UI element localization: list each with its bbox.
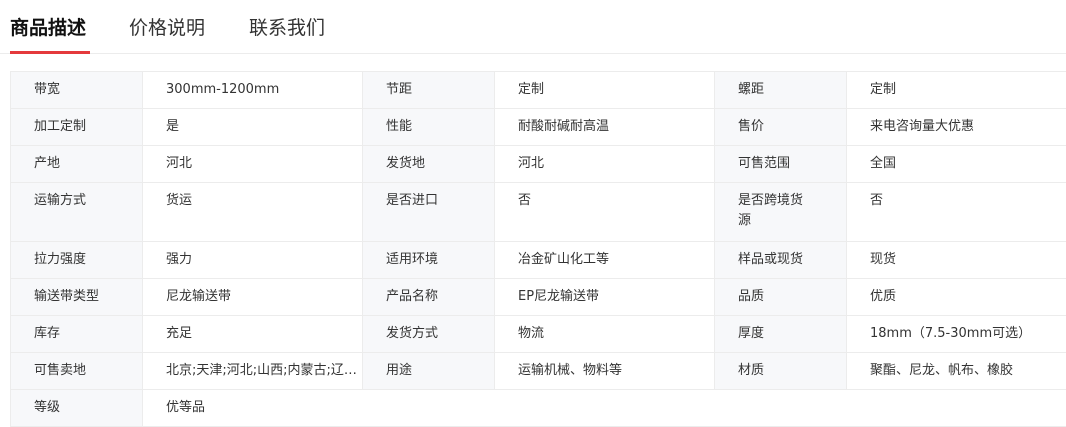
attr-value: 物流 bbox=[495, 316, 715, 353]
attr-key: 是否进口 bbox=[363, 183, 495, 242]
attr-value: 否 bbox=[495, 183, 715, 242]
attr-value: 来电咨询量大优惠 bbox=[847, 109, 1066, 146]
attr-key: 性能 bbox=[363, 109, 495, 146]
attr-key: 发货地 bbox=[363, 146, 495, 183]
attr-key: 可售范围 bbox=[715, 146, 847, 183]
table-row: 库存 充足 发货方式 物流 厚度 18mm（7.5-30mm可选） bbox=[11, 316, 1066, 353]
table-row: 拉力强度 强力 适用环境 冶金矿山化工等 样品或现货 现货 bbox=[11, 242, 1066, 279]
attr-value: 运输机械、物料等 bbox=[495, 353, 715, 390]
attr-value: EP尼龙输送带 bbox=[495, 279, 715, 316]
attr-value: 18mm（7.5-30mm可选） bbox=[847, 316, 1066, 353]
attr-key: 是否跨境货源 bbox=[715, 183, 847, 242]
product-attributes-table: 带宽 300mm-1200mm 节距 定制 螺距 定制 加工定制 是 性能 耐酸… bbox=[10, 71, 1066, 427]
attr-key: 螺距 bbox=[715, 72, 847, 109]
attr-value: 定制 bbox=[847, 72, 1066, 109]
attr-value: 定制 bbox=[495, 72, 715, 109]
attr-key: 样品或现货 bbox=[715, 242, 847, 279]
table-row: 可售卖地 北京;天津;河北;山西;内蒙古;辽宁;吉林;黑龙江;上海;江苏;浙江;… bbox=[11, 353, 1066, 390]
attr-value: 否 bbox=[847, 183, 1066, 242]
attr-value: 尼龙输送带 bbox=[143, 279, 363, 316]
attr-key: 发货方式 bbox=[363, 316, 495, 353]
attr-key: 品质 bbox=[715, 279, 847, 316]
attr-key: 运输方式 bbox=[11, 183, 143, 242]
table-row: 带宽 300mm-1200mm 节距 定制 螺距 定制 bbox=[11, 72, 1066, 109]
attr-value: 优质 bbox=[847, 279, 1066, 316]
table-row: 加工定制 是 性能 耐酸耐碱耐高温 售价 来电咨询量大优惠 bbox=[11, 109, 1066, 146]
attr-value: 冶金矿山化工等 bbox=[495, 242, 715, 279]
attr-key: 可售卖地 bbox=[11, 353, 143, 390]
attr-key: 加工定制 bbox=[11, 109, 143, 146]
attr-key: 拉力强度 bbox=[11, 242, 143, 279]
attr-value: 货运 bbox=[143, 183, 363, 242]
attr-value: 现货 bbox=[847, 242, 1066, 279]
table-row: 产地 河北 发货地 河北 可售范围 全国 bbox=[11, 146, 1066, 183]
attr-key: 厚度 bbox=[715, 316, 847, 353]
attr-key: 输送带类型 bbox=[11, 279, 143, 316]
attr-value: 河北 bbox=[143, 146, 363, 183]
attr-key: 用途 bbox=[363, 353, 495, 390]
attr-value: 北京;天津;河北;山西;内蒙古;辽宁;吉林;黑龙江;上海;江苏;浙江;安徽;福建… bbox=[143, 353, 363, 390]
table-row: 输送带类型 尼龙输送带 产品名称 EP尼龙输送带 品质 优质 bbox=[11, 279, 1066, 316]
attr-key: 带宽 bbox=[11, 72, 143, 109]
attr-key: 产品名称 bbox=[363, 279, 495, 316]
tab-bar: 商品描述 价格说明 联系我们 bbox=[0, 0, 1066, 54]
attr-value: 300mm-1200mm bbox=[143, 72, 363, 109]
attr-key: 库存 bbox=[11, 316, 143, 353]
attr-value: 河北 bbox=[495, 146, 715, 183]
tab-product-description[interactable]: 商品描述 bbox=[10, 0, 90, 54]
attr-value: 是 bbox=[143, 109, 363, 146]
attr-value: 优等品 bbox=[143, 390, 1066, 427]
attr-key: 等级 bbox=[11, 390, 143, 427]
attr-key: 产地 bbox=[11, 146, 143, 183]
attr-value: 充足 bbox=[143, 316, 363, 353]
table-row: 等级 优等品 bbox=[11, 390, 1066, 427]
attr-value: 耐酸耐碱耐高温 bbox=[495, 109, 715, 146]
table-row: 运输方式 货运 是否进口 否 是否跨境货源 否 bbox=[11, 183, 1066, 242]
attr-value: 强力 bbox=[143, 242, 363, 279]
tab-contact-us[interactable]: 联系我们 bbox=[249, 0, 325, 54]
attr-key: 售价 bbox=[715, 109, 847, 146]
attr-key: 适用环境 bbox=[363, 242, 495, 279]
attr-value: 全国 bbox=[847, 146, 1066, 183]
tab-price-info[interactable]: 价格说明 bbox=[129, 0, 205, 54]
attr-value: 聚酯、尼龙、帆布、橡胶 bbox=[847, 353, 1066, 390]
attr-key: 节距 bbox=[363, 72, 495, 109]
attr-key: 材质 bbox=[715, 353, 847, 390]
